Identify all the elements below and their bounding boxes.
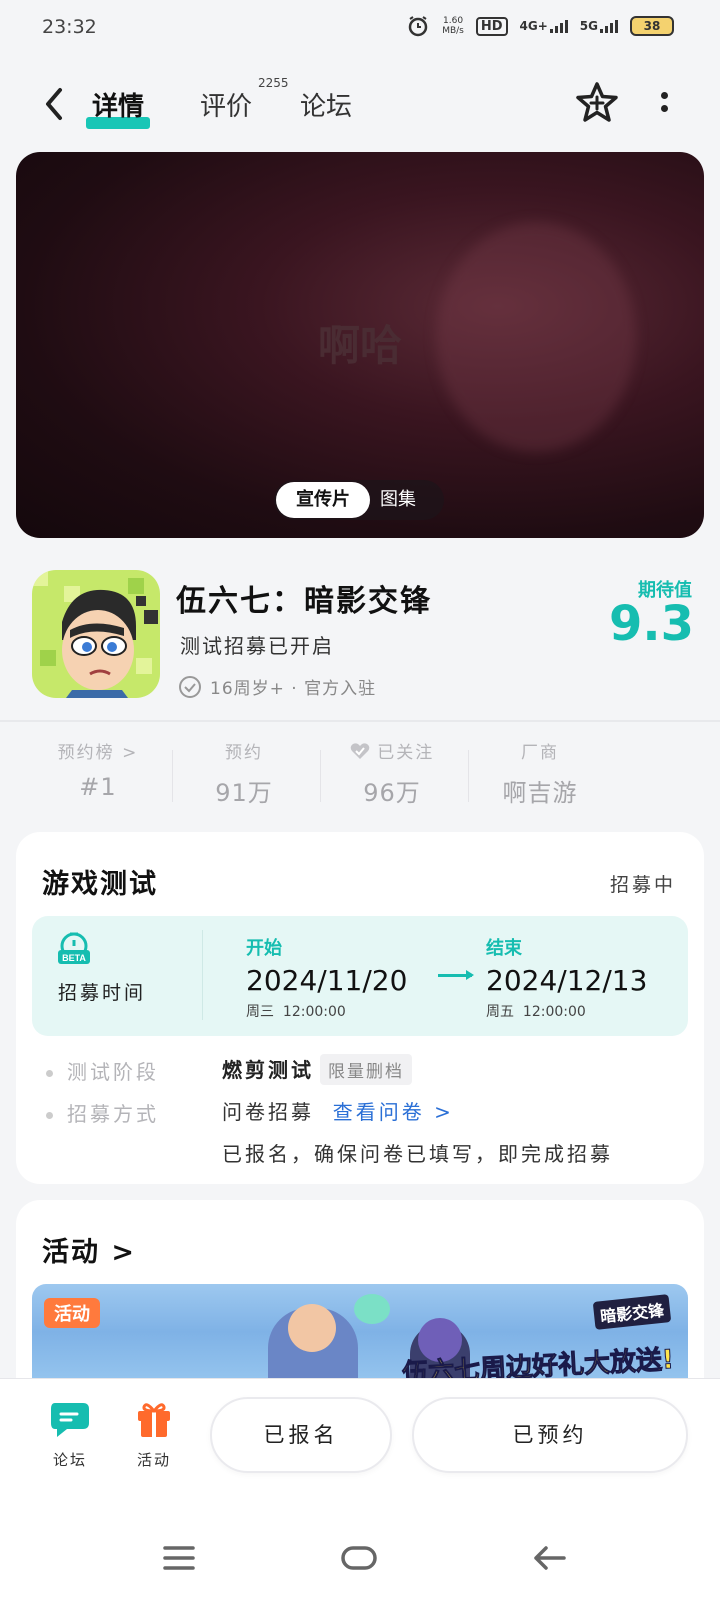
- more-options-icon[interactable]: [652, 88, 676, 118]
- menu-icon[interactable]: [162, 1544, 196, 1572]
- signal-4g: 4G+: [520, 19, 568, 33]
- system-back-icon[interactable]: [532, 1544, 568, 1572]
- game-subtitle: 测试招募已开启: [180, 634, 334, 658]
- activity-title-link[interactable]: 活动 >: [42, 1230, 136, 1269]
- expectation-value: 9.3: [608, 596, 694, 652]
- recruit-end: 结束 2024/12/13 周五 12:00:00: [486, 938, 648, 1020]
- game-info: 伍六七：暗影交锋 测试招募已开启 16周岁+ · 官方入驻 期待值 9.3: [0, 560, 720, 720]
- stat-publisher[interactable]: 厂商 啊吉游: [480, 738, 600, 808]
- segment-promo-video[interactable]: 宣传片: [276, 482, 370, 518]
- review-count-badge: 2255: [258, 76, 289, 90]
- heart-icon: [350, 743, 370, 759]
- test-card-title: 游戏测试: [42, 869, 158, 900]
- network-speed: 1.60 MB/s: [442, 16, 464, 36]
- game-meta: 16周岁+ · 官方入驻: [178, 674, 376, 699]
- game-title: 伍六七：暗影交锋: [176, 584, 432, 619]
- date-arrow-icon: [438, 970, 474, 980]
- recruit-start: 开始 2024/11/20 周三 12:00:00: [246, 938, 408, 1020]
- divider: [0, 720, 720, 722]
- svg-text:BETA: BETA: [62, 953, 86, 963]
- forum-chat-icon: [51, 1403, 89, 1437]
- stat-followed[interactable]: 已关注 96万: [332, 738, 452, 808]
- home-icon[interactable]: [340, 1544, 378, 1572]
- hd-indicator: HD: [475, 16, 508, 36]
- promo-video-banner[interactable]: 啊哈 宣传片 图集: [16, 152, 704, 538]
- battery-icon: 38: [630, 16, 674, 36]
- banner-text: 啊哈: [317, 321, 402, 370]
- status-bar: 23:32 1.60 MB/s HD 4G+ 5G 38: [0, 0, 720, 56]
- activity-button[interactable]: 活动: [124, 1399, 184, 1470]
- tab-detail[interactable]: 详情: [86, 86, 151, 129]
- recruit-time-label: 招募时间: [58, 982, 147, 1004]
- stat-rank[interactable]: 预约榜 > #1: [38, 738, 158, 801]
- game-meta-text: 16周岁+ · 官方入驻: [210, 679, 377, 699]
- back-arrow-icon[interactable]: [38, 84, 72, 124]
- registered-button[interactable]: 已报名: [210, 1397, 392, 1473]
- game-app-icon: [32, 570, 160, 698]
- alarm-icon: [408, 16, 428, 37]
- game-stats: 预约榜 > #1 预约 91万 已关注 96万 厂商 啊吉游: [0, 738, 720, 808]
- recruit-method-row: 招募方式: [46, 1098, 159, 1127]
- game-test-card: 游戏测试 招募中 BETA 招募时间 开始 2024/11/20 周三 12:0…: [16, 832, 704, 1184]
- game-logo: 暗影交锋: [592, 1294, 672, 1330]
- recruit-time-box: BETA 招募时间 开始 2024/11/20 周三 12:00:00 结束 2…: [32, 916, 688, 1036]
- activity-badge: 活动: [44, 1298, 100, 1328]
- test-card-status: 招募中: [609, 874, 676, 896]
- segment-gallery[interactable]: 图集: [380, 482, 416, 518]
- media-segment-control: 宣传片 图集: [274, 480, 444, 520]
- verified-check-icon: [179, 675, 201, 698]
- test-phase-value: 燃剪测试 限量删档: [222, 1054, 412, 1085]
- test-phase-row: 测试阶段: [46, 1056, 159, 1085]
- forum-button[interactable]: 论坛: [40, 1399, 100, 1470]
- tab-forum[interactable]: 论坛: [300, 86, 352, 123]
- favorite-star-icon[interactable]: [574, 80, 620, 126]
- reserved-button[interactable]: 已预约: [412, 1397, 688, 1473]
- top-nav: 详情 评价 2255 论坛: [0, 76, 720, 134]
- system-nav-bar: [0, 1530, 720, 1590]
- recruit-note: 已报名，确保问卷已填写，即完成招募: [222, 1142, 613, 1166]
- view-questionnaire-link[interactable]: 查看问卷 >: [333, 1100, 454, 1124]
- recruit-method-value: 问卷招募 查看问卷 >: [222, 1100, 454, 1124]
- status-time: 23:32: [42, 16, 97, 38]
- phase-tag: 限量删档: [320, 1054, 412, 1085]
- beta-badge-icon: BETA: [58, 932, 90, 964]
- tab-review[interactable]: 评价: [200, 86, 252, 123]
- gift-icon: [138, 1403, 170, 1437]
- signal-5g: 5G: [580, 19, 618, 33]
- stat-reservations: 预约 91万: [215, 743, 273, 807]
